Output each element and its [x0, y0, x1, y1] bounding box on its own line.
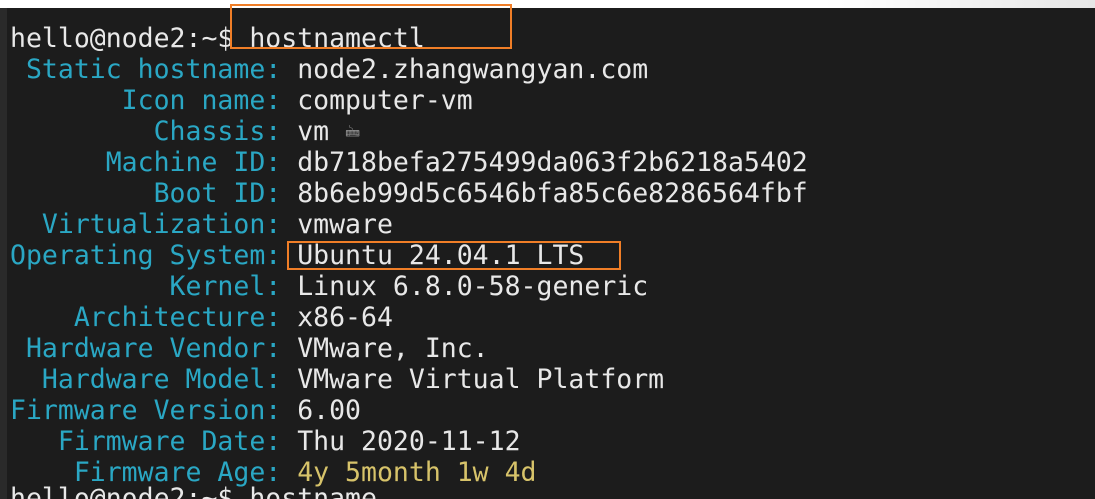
vm-chassis-icon: 🖮	[345, 123, 361, 141]
info-value: computer-vm	[297, 85, 473, 116]
info-key: Operating System:	[10, 240, 298, 271]
info-value: vm	[297, 116, 330, 147]
info-key: Static hostname:	[10, 54, 298, 85]
info-key: Firmware Date:	[10, 426, 298, 457]
info-row-virtualization: Virtualization: vmware	[10, 209, 393, 240]
info-value: Linux 6.8.0-58-generic	[297, 271, 649, 302]
info-key: Icon name:	[10, 85, 298, 116]
info-row-firmware-version: Firmware Version: 6.00	[10, 395, 361, 426]
info-row-kernel: Kernel: Linux 6.8.0-58-generic	[10, 271, 649, 302]
info-row-chassis: Chassis: vm 🖮	[10, 116, 361, 147]
terminal-window[interactable]: hello@node2:~$ hostnamectl Static hostna…	[0, 0, 1095, 499]
info-row-firmware-date: Firmware Date: Thu 2020-11-12	[10, 426, 521, 457]
info-value: vmware	[297, 209, 393, 240]
info-value: Thu 2020-11-12	[297, 426, 521, 457]
info-key: Machine ID:	[10, 147, 298, 178]
command-text: hostnamectl	[249, 23, 425, 54]
info-key: Hardware Model:	[10, 364, 298, 395]
info-row-architecture: Architecture: x86-64	[10, 302, 393, 333]
info-value: node2.zhangwangyan.com	[297, 54, 649, 85]
info-row-boot-id: Boot ID: 8b6eb99d5c6546bfa85c6e8286564fb…	[10, 178, 808, 209]
info-row-hardware-model: Hardware Model: VMware Virtual Platform	[10, 364, 664, 395]
info-row-static-hostname: Static hostname: node2.zhangwangyan.com	[10, 54, 648, 85]
shell-prompt: hello@node2:~$	[10, 23, 250, 54]
info-value: Ubuntu 24.04.1 LTS	[297, 240, 585, 271]
window-left-edge	[0, 8, 7, 499]
info-value: x86-64	[297, 302, 393, 333]
info-key: Boot ID:	[10, 178, 298, 209]
info-key: Firmware Version:	[10, 395, 298, 426]
info-row-operating-system: Operating System: Ubuntu 24.04.1 LTS	[10, 240, 584, 271]
info-row-icon-name: Icon name: computer-vm	[10, 85, 473, 116]
window-top-edge	[0, 0, 1095, 8]
command-text: hostname	[249, 483, 377, 499]
info-value: db718befa275499da063f2b6218a5402	[297, 147, 808, 178]
shell-prompt: hello@node2:~$	[10, 483, 250, 499]
info-value: 6.00	[297, 395, 362, 426]
info-value: VMware Virtual Platform	[297, 364, 665, 395]
info-row-machine-id: Machine ID: db718befa275499da063f2b6218a…	[10, 147, 808, 178]
info-key: Hardware Vendor:	[10, 333, 298, 364]
info-key: Architecture:	[10, 302, 298, 333]
info-row-hardware-vendor: Hardware Vendor: VMware, Inc.	[10, 333, 489, 364]
info-key: Kernel:	[10, 271, 298, 302]
command-line: hello@node2:~$ hostnamectl	[10, 23, 425, 54]
next-command-line: hello@node2:~$ hostname	[10, 483, 377, 499]
info-value: 8b6eb99d5c6546bfa85c6e8286564fbf	[297, 178, 808, 209]
info-key: Chassis:	[10, 116, 298, 147]
info-value: VMware, Inc.	[297, 333, 489, 364]
info-key: Virtualization:	[10, 209, 298, 240]
